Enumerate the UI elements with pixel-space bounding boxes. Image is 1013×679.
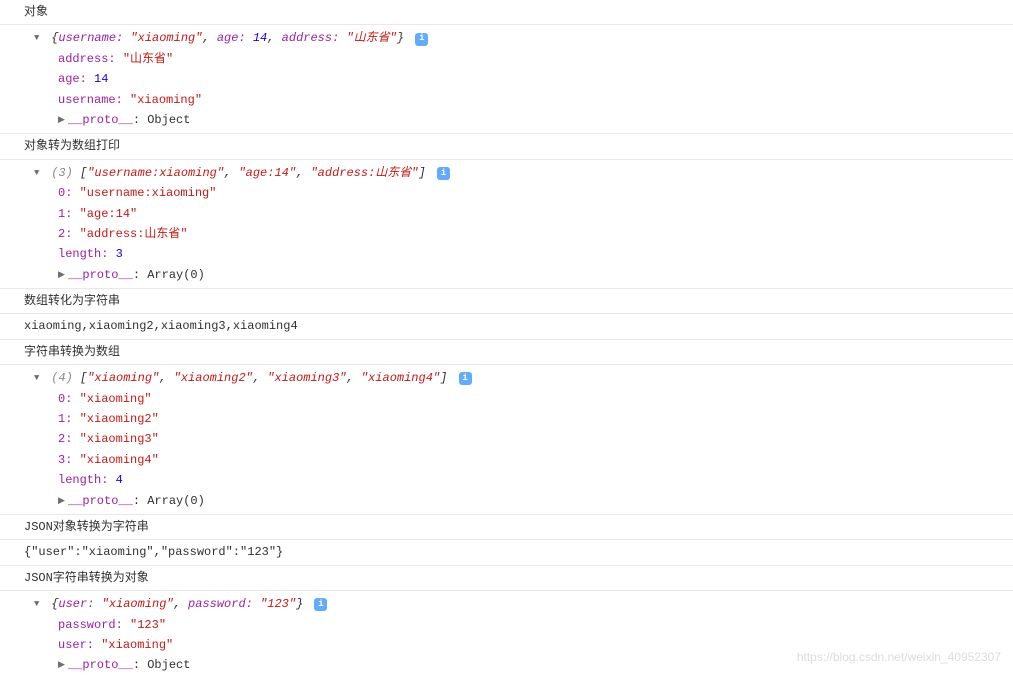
log-label-json-to-object: JSON字符串转换为对象 [0, 566, 1013, 591]
index-0[interactable]: 0: "xiaoming" [24, 389, 1013, 409]
object-summary[interactable]: {user: "xiaoming", password: "123"} [51, 597, 310, 611]
index-0[interactable]: 0: "username:xiaoming" [24, 183, 1013, 203]
log-array1-expanded[interactable]: (3) ["username:xiaoming", "age:14", "add… [0, 160, 1013, 289]
array-summary[interactable]: (4) ["xiaoming", "xiaoming2", "xiaoming3… [51, 371, 454, 385]
log-label-string-to-array: 字符串转换为数组 [0, 340, 1013, 365]
expand-arrow-icon[interactable] [34, 31, 44, 46]
info-icon[interactable]: i [437, 167, 450, 180]
log-string-value: xiaoming,xiaoming2,xiaoming3,xiaoming4 [0, 314, 1013, 339]
expand-arrow-icon[interactable] [58, 268, 68, 283]
object-summary[interactable]: {username: "xiaoming", age: 14, address:… [51, 31, 411, 45]
prop-length[interactable]: length: 4 [24, 470, 1013, 490]
index-1[interactable]: 1: "xiaoming2" [24, 409, 1013, 429]
info-icon[interactable]: i [459, 372, 472, 385]
array-summary[interactable]: (3) ["username:xiaoming", "age:14", "add… [51, 166, 433, 180]
prop-address[interactable]: address: "山东省" [24, 49, 1013, 69]
info-icon[interactable]: i [415, 33, 428, 46]
expand-arrow-icon[interactable] [58, 494, 68, 509]
log-label-array-to-string: 数组转化为字符串 [0, 289, 1013, 314]
prop-length[interactable]: length: 3 [24, 244, 1013, 264]
index-3[interactable]: 3: "xiaoming4" [24, 450, 1013, 470]
log-json-string-value: {"user":"xiaoming","password":"123"} [0, 540, 1013, 565]
index-1[interactable]: 1: "age:14" [24, 204, 1013, 224]
expand-arrow-icon[interactable] [34, 597, 44, 612]
index-2[interactable]: 2: "address:山东省" [24, 224, 1013, 244]
prop-age[interactable]: age: 14 [24, 69, 1013, 89]
expand-arrow-icon[interactable] [34, 371, 44, 386]
expand-arrow-icon[interactable] [58, 658, 68, 673]
log-object-expanded[interactable]: {username: "xiaoming", age: 14, address:… [0, 25, 1013, 134]
expand-arrow-icon[interactable] [58, 113, 68, 128]
watermark-text: https://blog.csdn.net/weixin_40952307 [797, 647, 1001, 667]
info-icon[interactable]: i [314, 598, 327, 611]
prop-password[interactable]: password: "123" [24, 615, 1013, 635]
log-label-json-to-string: JSON对象转换为字符串 [0, 515, 1013, 540]
prop-proto[interactable]: __proto__: Array(0) [24, 265, 1013, 285]
log-label-object: 对象 [0, 0, 1013, 25]
prop-proto[interactable]: __proto__: Object [24, 110, 1013, 130]
index-2[interactable]: 2: "xiaoming3" [24, 429, 1013, 449]
prop-proto[interactable]: __proto__: Array(0) [24, 491, 1013, 511]
expand-arrow-icon[interactable] [34, 166, 44, 181]
log-array2-expanded[interactable]: (4) ["xiaoming", "xiaoming2", "xiaoming3… [0, 365, 1013, 515]
log-label-obj-to-array: 对象转为数组打印 [0, 134, 1013, 159]
prop-username[interactable]: username: "xiaoming" [24, 90, 1013, 110]
